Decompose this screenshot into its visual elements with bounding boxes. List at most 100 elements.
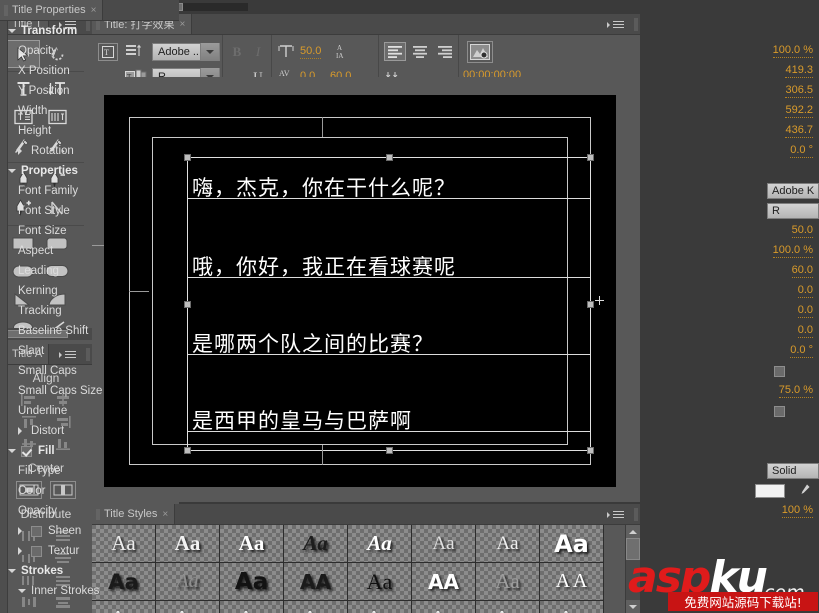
row-height[interactable]: Height 436.7 xyxy=(0,121,819,141)
row-small-caps[interactable]: Small Caps xyxy=(0,361,819,381)
row-width[interactable]: Width 592.2 xyxy=(0,101,819,121)
row-inner-strokes-label: Inner Strokes xyxy=(31,585,99,597)
chevron-down-icon[interactable] xyxy=(8,449,16,457)
row-font-style[interactable]: Font Style R xyxy=(0,201,819,221)
close-icon[interactable]: × xyxy=(91,5,97,16)
chevron-right-icon[interactable] xyxy=(18,147,26,155)
chevron-down-icon[interactable] xyxy=(18,589,26,597)
row-width-label: Width xyxy=(18,105,47,117)
row-color-label: Color xyxy=(18,485,45,497)
row-rotation-value[interactable]: 0.0 ° xyxy=(790,144,813,158)
row-leading-label: Leading xyxy=(18,265,59,277)
row-small-caps-size-label: Small Caps Size xyxy=(18,385,102,397)
chevron-down-icon[interactable] xyxy=(8,569,16,577)
row-font-size[interactable]: Font Size 50.0 xyxy=(0,221,819,241)
row-texture[interactable]: Textur xyxy=(0,541,819,561)
row-y-position-value[interactable]: 306.5 xyxy=(785,84,813,98)
section-properties-header[interactable]: Properties xyxy=(0,161,819,181)
row-inner-strokes[interactable]: Inner Strokes xyxy=(0,581,819,601)
section-properties-label: Properties xyxy=(21,165,78,177)
row-sheen[interactable]: Sheen xyxy=(0,521,819,541)
row-tracking[interactable]: Tracking 0.0 xyxy=(0,301,819,321)
row-color[interactable]: Color xyxy=(0,481,819,501)
row-distort[interactable]: Distort xyxy=(0,421,819,441)
row-font-size-label: Font Size xyxy=(18,225,67,237)
row-kerning[interactable]: Kerning 0.0 xyxy=(0,281,819,301)
top-dark-region xyxy=(183,3,248,11)
section-fill-header[interactable]: Fill xyxy=(0,441,819,461)
section-transform-label: Transform xyxy=(21,25,77,37)
row-fill-type[interactable]: Fill Type Solid xyxy=(0,461,819,481)
row-y-position-label: Y Position xyxy=(18,85,70,97)
row-y-position[interactable]: Y Position 306.5 xyxy=(0,81,819,101)
row-baseline-shift-value[interactable]: 0.0 xyxy=(798,324,813,338)
row-fill-type-value[interactable]: Solid xyxy=(767,463,819,479)
row-tracking-value[interactable]: 0.0 xyxy=(798,304,813,318)
row-opacity[interactable]: Opacity 100.0 % xyxy=(0,41,819,61)
section-fill-label: Fill xyxy=(38,445,55,457)
row-small-caps-size[interactable]: Small Caps Size 75.0 % xyxy=(0,381,819,401)
row-baseline-shift[interactable]: Baseline Shift 0.0 xyxy=(0,321,819,341)
row-height-label: Height xyxy=(18,125,51,137)
section-strokes-label: Strokes xyxy=(21,565,63,577)
row-slant-value[interactable]: 0.0 ° xyxy=(790,344,813,358)
row-x-position-label: X Position xyxy=(18,65,70,77)
row-small-caps-size-value[interactable]: 75.0 % xyxy=(779,384,813,398)
fill-color-swatch[interactable] xyxy=(755,484,785,498)
row-leading-value[interactable]: 60.0 xyxy=(792,264,813,278)
row-distort-label: Distort xyxy=(31,425,64,437)
underline-checkbox[interactable] xyxy=(774,406,785,417)
row-font-family-label: Font Family xyxy=(18,185,78,197)
row-small-caps-label: Small Caps xyxy=(18,365,77,377)
row-aspect-label: Aspect xyxy=(18,245,53,257)
small-caps-checkbox[interactable] xyxy=(774,366,785,377)
row-kerning-value[interactable]: 0.0 xyxy=(798,284,813,298)
section-transform-header[interactable]: Transform xyxy=(0,21,819,41)
row-font-family-value[interactable]: Adobe K xyxy=(767,183,819,199)
row-opacity-label: Opacity xyxy=(18,45,57,57)
row-fill-opacity-label: Opacity xyxy=(18,505,57,517)
row-slant-label: Slant xyxy=(18,345,44,357)
row-texture-label: Textur xyxy=(48,545,79,557)
row-kerning-label: Kerning xyxy=(18,285,58,297)
row-leading[interactable]: Leading 60.0 xyxy=(0,261,819,281)
title-properties-tabbar: Title Properties × xyxy=(0,0,179,21)
fill-enabled-checkbox[interactable] xyxy=(21,446,32,457)
sheen-checkbox[interactable] xyxy=(31,526,42,537)
row-aspect[interactable]: Aspect 100.0 % xyxy=(0,241,819,261)
row-fill-opacity[interactable]: Opacity 100 % xyxy=(0,501,819,521)
row-tracking-label: Tracking xyxy=(18,305,62,317)
chevron-down-icon[interactable] xyxy=(8,29,16,37)
texture-checkbox[interactable] xyxy=(31,546,42,557)
row-opacity-value[interactable]: 100.0 % xyxy=(773,44,813,58)
row-x-position-value[interactable]: 419.3 xyxy=(785,64,813,78)
chevron-right-icon[interactable] xyxy=(18,547,26,555)
row-slant[interactable]: Slant 0.0 ° xyxy=(0,341,819,361)
title-properties-panel: Title Properties × Transform Opacity 100… xyxy=(0,0,179,599)
gripper-icon xyxy=(4,5,8,16)
chevron-right-icon[interactable] xyxy=(18,527,26,535)
tab-title-properties[interactable]: Title Properties × xyxy=(0,0,103,20)
row-font-size-value[interactable]: 50.0 xyxy=(792,224,813,238)
row-rotation-label: Rotation xyxy=(31,145,74,157)
row-fill-opacity-value[interactable]: 100 % xyxy=(782,504,813,518)
row-sheen-label: Sheen xyxy=(48,525,81,537)
row-fill-type-label: Fill Type xyxy=(18,465,61,477)
row-underline-label: Underline xyxy=(18,405,67,417)
row-underline[interactable]: Underline xyxy=(0,401,819,421)
eyedropper-icon[interactable] xyxy=(798,483,811,499)
row-x-position[interactable]: X Position 419.3 xyxy=(0,61,819,81)
row-width-value[interactable]: 592.2 xyxy=(785,104,813,118)
row-font-style-label: Font Style xyxy=(18,205,70,217)
chevron-down-icon[interactable] xyxy=(8,169,16,177)
row-font-style-value[interactable]: R xyxy=(767,203,819,219)
row-aspect-value[interactable]: 100.0 % xyxy=(773,244,813,258)
row-baseline-shift-label: Baseline Shift xyxy=(18,325,88,337)
row-font-family[interactable]: Font Family Adobe K xyxy=(0,181,819,201)
properties-list: Transform Opacity 100.0 % X Position 419… xyxy=(0,21,819,613)
row-height-value[interactable]: 436.7 xyxy=(785,124,813,138)
section-strokes-header[interactable]: Strokes xyxy=(0,561,819,581)
tab-title-properties-label: Title Properties xyxy=(12,4,86,16)
row-rotation[interactable]: Rotation 0.0 ° xyxy=(0,141,819,161)
chevron-right-icon[interactable] xyxy=(18,427,26,435)
